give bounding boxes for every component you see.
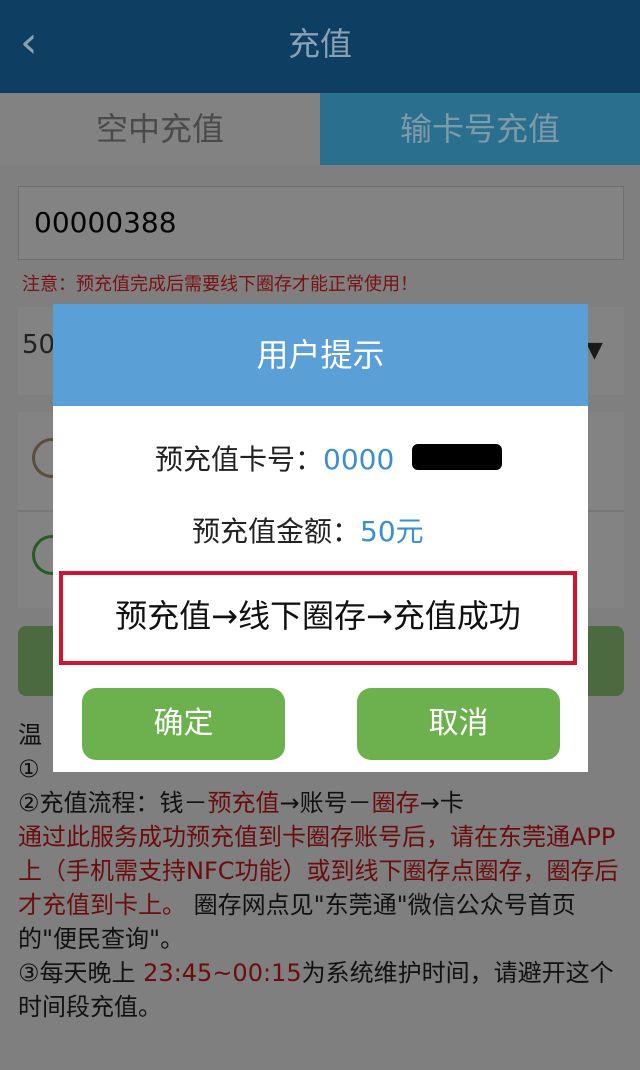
dialog-card-value: 0000 <box>323 443 395 476</box>
tab-card-number-recharge[interactable]: 输卡号充值 <box>320 93 640 165</box>
dialog-card-row: 预充值卡号：0000 <box>155 438 394 478</box>
dropdown-arrow-icon[interactable]: ▼ <box>586 338 603 363</box>
tab-air-recharge[interactable]: 空中充值 <box>0 93 320 165</box>
page-title: 充值 <box>287 25 352 63</box>
cancel-button[interactable]: 取消 <box>357 688 560 760</box>
info-line-2-part: →卡 <box>419 789 464 817</box>
maintenance-time: 23:45~00:15 <box>143 959 302 987</box>
recharge-flow-text: 预充值→线下圈存→充值成功 <box>115 597 521 635</box>
redaction-bar <box>412 444 502 470</box>
card-number-value: 00000388 <box>34 206 177 239</box>
amount-select-value: 50 <box>22 330 56 360</box>
dialog-amount-label: 预充值金额： <box>192 515 361 548</box>
dialog-amount-row: 预充值金额：50元 <box>192 510 424 550</box>
notice-text: 注意：预充值完成后需要线下圈存才能正常使用！ <box>22 274 418 295</box>
info-line-2-part: →账号－ <box>279 789 372 817</box>
dialog-amount-value: 50元 <box>360 515 424 548</box>
dialog-card-label: 预充值卡号： <box>155 443 324 476</box>
dialog-title: 用户提示 <box>53 304 588 406</box>
info-line-4: ③每天晚上 23:45~00:15为系统维护时间，请避开这个时间段充值。 <box>18 956 624 1024</box>
info-line-3: 通过此服务成功预充值到卡圈存账号后，请在东莞通APP上（手机需支持NFC功能）或… <box>18 820 624 956</box>
info-line-2-part: ②充值流程：钱－ <box>18 789 208 817</box>
info-prerecharge: 预充值 <box>207 789 280 817</box>
confirm-button[interactable]: 确定 <box>82 688 285 760</box>
info-line-4-part: ③每天晚上 <box>18 959 144 987</box>
info-line-2: ②充值流程：钱－预充值→账号－圈存→卡 <box>18 786 624 820</box>
info-quancun: 圈存 <box>371 789 420 817</box>
